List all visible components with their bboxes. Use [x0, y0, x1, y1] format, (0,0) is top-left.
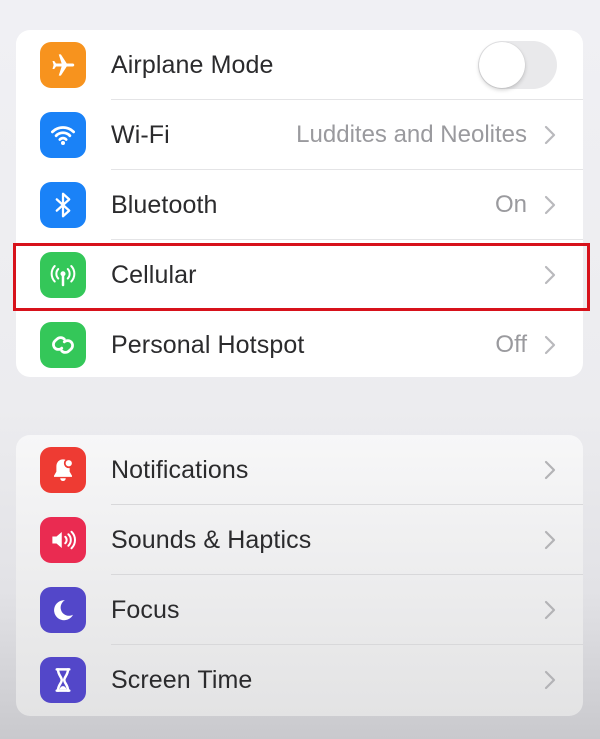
- row-notifications[interactable]: Notifications: [16, 435, 583, 505]
- bluetooth-icon: [40, 182, 86, 228]
- hotspot-link-icon: [40, 322, 86, 368]
- row-sounds-haptics[interactable]: Sounds & Haptics: [16, 505, 583, 575]
- row-cellular[interactable]: Cellular: [16, 240, 583, 310]
- chevron-right-icon: [543, 669, 557, 691]
- bell-icon: [40, 447, 86, 493]
- moon-icon: [40, 587, 86, 633]
- speaker-icon: [40, 517, 86, 563]
- bluetooth-status: On: [494, 191, 527, 218]
- airplane-icon: [40, 42, 86, 88]
- row-personal-hotspot[interactable]: Personal Hotspot Off: [16, 310, 583, 377]
- chevron-right-icon: [543, 264, 557, 286]
- row-label: Sounds & Haptics: [111, 525, 312, 554]
- row-focus[interactable]: Focus: [16, 575, 583, 645]
- toggle-knob: [479, 42, 525, 88]
- chevron-right-icon: [543, 194, 557, 216]
- row-label: Personal Hotspot: [111, 330, 305, 359]
- hourglass-icon: [40, 657, 86, 703]
- cellular-antenna-icon: [40, 252, 86, 298]
- row-airplane-mode[interactable]: Airplane Mode: [16, 30, 583, 100]
- row-screen-time[interactable]: Screen Time: [16, 645, 583, 715]
- row-label: Wi-Fi: [111, 120, 170, 149]
- settings-group-system: Notifications Sounds & Haptics Focus Scr…: [16, 435, 583, 716]
- row-bluetooth[interactable]: Bluetooth On: [16, 170, 583, 240]
- row-label: Cellular: [111, 260, 197, 289]
- wifi-icon: [40, 112, 86, 158]
- airplane-mode-toggle[interactable]: [478, 41, 557, 89]
- hotspot-status: Off: [495, 331, 527, 358]
- row-wifi[interactable]: Wi-Fi Luddites and Neolites: [16, 100, 583, 170]
- wifi-network-name: Luddites and Neolites: [296, 121, 527, 148]
- row-label: Screen Time: [111, 665, 253, 694]
- chevron-right-icon: [543, 599, 557, 621]
- chevron-right-icon: [543, 334, 557, 356]
- settings-group-connectivity: Airplane Mode Wi-Fi Luddites and Neolite…: [16, 30, 583, 377]
- row-label: Airplane Mode: [111, 50, 274, 79]
- chevron-right-icon: [543, 459, 557, 481]
- row-label: Focus: [111, 595, 180, 624]
- row-label: Bluetooth: [111, 190, 218, 219]
- chevron-right-icon: [543, 124, 557, 146]
- row-label: Notifications: [111, 455, 249, 484]
- chevron-right-icon: [543, 529, 557, 551]
